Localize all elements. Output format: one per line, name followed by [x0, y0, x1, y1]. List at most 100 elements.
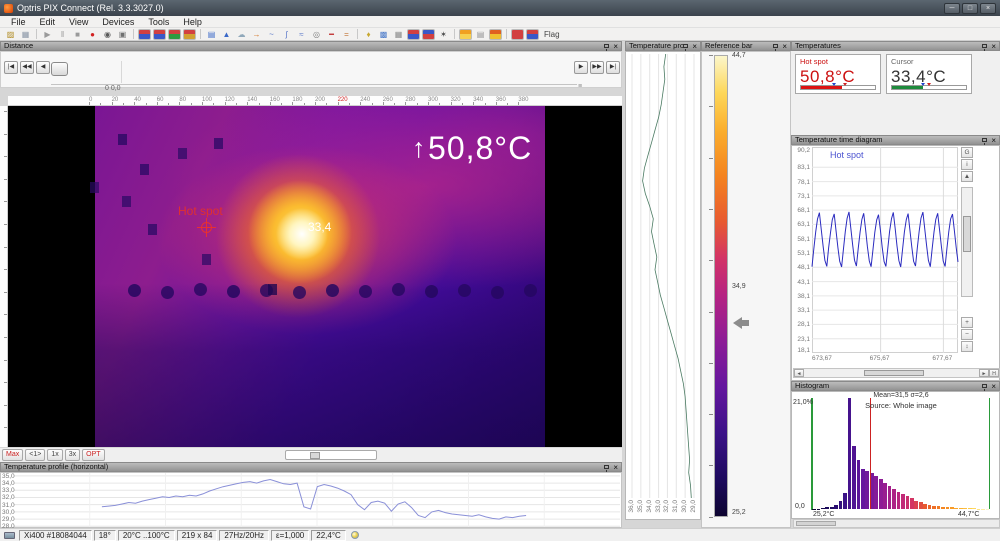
scrollbar-thumb[interactable] [963, 216, 971, 252]
menu-item-file[interactable]: File [4, 17, 33, 27]
close-button[interactable]: × [980, 3, 996, 14]
time-diagram-h-scrollbar[interactable]: ◄ ►H [793, 368, 1000, 378]
hotspot-crosshair-icon[interactable] [201, 222, 212, 233]
toolbar-icon-grid-gray[interactable]: ▦ [392, 29, 405, 40]
toolbar-icon-settings-star[interactable]: ✶ [437, 29, 450, 40]
scroll-right-icon[interactable]: ► [979, 369, 989, 377]
close-icon[interactable]: × [991, 383, 996, 390]
toolbar-icon-stop[interactable]: ■ [71, 29, 84, 40]
toolbar-icon-flame[interactable] [489, 29, 502, 40]
thermal-button-opt[interactable]: OPT [82, 449, 104, 461]
time-diagram-v-scrollbar[interactable] [961, 187, 973, 297]
close-icon[interactable]: × [613, 43, 618, 50]
menu-item-help[interactable]: Help [176, 17, 209, 27]
toolbar-icon-layout-red-green[interactable] [168, 29, 181, 40]
pin-icon[interactable] [683, 44, 688, 48]
seek-fast-forward-button[interactable]: ▶▶ [590, 61, 604, 74]
scrollbar-thumb[interactable] [310, 452, 320, 459]
toolbar-icon-open-file[interactable]: ▨ [4, 29, 17, 40]
thermal-button-1x[interactable]: 1x [47, 449, 62, 461]
toolbar-icon-mountain-view[interactable]: ▲ [220, 29, 233, 40]
thermal-button-1[interactable]: <1> [25, 449, 45, 461]
toolbar-icon-record-red-a[interactable] [511, 29, 524, 40]
timeline-slider-handle[interactable] [51, 62, 68, 76]
menu-item-view[interactable]: View [62, 17, 95, 27]
toolbar-icon-profile-s[interactable]: ʃ [280, 29, 293, 40]
time-diagram-side-button-G[interactable]: G [961, 147, 973, 158]
time-diagram-side-button-−[interactable]: − [961, 329, 973, 340]
seek-last-button[interactable]: ▶| [606, 61, 620, 74]
menu-item-tools[interactable]: Tools [141, 17, 176, 27]
time-diagram-side-button-▲[interactable]: ▲ [961, 171, 973, 182]
menu-item-edit[interactable]: Edit [33, 17, 63, 27]
close-icon[interactable]: × [613, 464, 618, 471]
pin-icon[interactable] [982, 384, 987, 388]
toolbar-icon-select-area[interactable]: ▩ [377, 29, 390, 40]
thermal-image-viewport[interactable]: ↑ 50,8°C Hot spot 33,4 [8, 106, 622, 447]
toolbar-icon-copy[interactable]: ▣ [116, 29, 129, 40]
close-icon[interactable]: × [991, 43, 996, 50]
time-diagram-header[interactable]: Temperature time diagram × [791, 135, 1000, 145]
histogram-header[interactable]: Histogram × [791, 381, 1000, 391]
timeline-track[interactable] [51, 84, 577, 85]
toolbar-icon-layout-red-blue-2[interactable] [153, 29, 166, 40]
scrollbar-thumb[interactable] [796, 521, 836, 526]
toolbar-icon-save[interactable]: ▦ [19, 29, 32, 40]
toolbar-icon-palette-b[interactable] [422, 29, 435, 40]
temperatures-header[interactable]: Temperatures × [791, 41, 1000, 51]
seek-back-button[interactable]: ◀ [36, 61, 50, 74]
toolbar-icon-new-view[interactable]: ▤ [205, 29, 218, 40]
toolbar-icon-temp-gray[interactable]: ▤ [474, 29, 487, 40]
toolbar-icon-time-curve[interactable]: ≈ [295, 29, 308, 40]
close-icon[interactable]: × [991, 137, 996, 144]
profile-horizontal-header[interactable]: Temperature profile (horizontal) × [0, 462, 622, 472]
toolbar-icon-line-dashed[interactable]: = [340, 29, 353, 40]
distance-panel-header[interactable]: Distance × [0, 41, 622, 51]
pin-icon[interactable] [604, 44, 609, 48]
menu-item-devices[interactable]: Devices [95, 17, 141, 27]
seek-fast-back-button[interactable]: ◀◀ [20, 61, 34, 74]
time-diagram-side-button-+[interactable]: + [961, 317, 973, 328]
profile-vertical-header[interactable]: Temperature profi... × [625, 41, 701, 51]
close-icon[interactable]: × [692, 43, 697, 50]
time-diagram-side-button-i[interactable]: i [961, 159, 973, 170]
seek-first-button[interactable]: |◀ [4, 61, 18, 74]
scroll-left-icon[interactable]: ◄ [794, 369, 804, 377]
thermal-button-3x[interactable]: 3x [65, 449, 80, 461]
maximize-button[interactable]: □ [962, 3, 978, 14]
reference-color-bar[interactable] [714, 55, 728, 517]
minimize-button[interactable]: ─ [944, 3, 960, 14]
toolbar-icon-palette-a[interactable] [407, 29, 420, 40]
pin-icon[interactable] [982, 44, 987, 48]
toolbar-icon-record-red-b[interactable] [526, 29, 539, 40]
pin-icon[interactable] [982, 138, 987, 142]
toolbar-icon-record[interactable]: ● [86, 29, 99, 40]
hotspot-temp-box[interactable]: Hot spot 50,8°C [795, 54, 881, 94]
reference-bar-header[interactable]: Reference bar × [701, 41, 791, 51]
toolbar-icon-cloud[interactable]: ☁ [235, 29, 248, 40]
thermal-h-scrollbar[interactable] [285, 450, 377, 460]
flag-label[interactable]: Flag [544, 30, 560, 39]
toolbar-icon-layout-red-yellow[interactable] [183, 29, 196, 40]
scrollbar-thumb[interactable] [864, 370, 924, 376]
toolbar-icon-profile-curve[interactable]: ~ [265, 29, 278, 40]
toolbar-icon-layout-red-blue[interactable] [138, 29, 151, 40]
seek-forward-button[interactable]: ▶ [574, 61, 588, 74]
toolbar-icon-play[interactable]: ▶ [41, 29, 54, 40]
home-button[interactable]: H [989, 369, 999, 377]
close-icon[interactable]: × [782, 43, 787, 50]
toolbar-icon-arrow[interactable]: → [250, 29, 263, 40]
toolbar-icon-pause[interactable]: ‖ [56, 29, 69, 40]
histogram-h-scrollbar[interactable] [793, 519, 1000, 528]
pin-icon[interactable] [773, 44, 778, 48]
pin-icon[interactable] [604, 465, 609, 469]
toolbar-icon-line-red[interactable]: ━ [325, 29, 338, 40]
toolbar-icon-snapshot[interactable]: ◉ [101, 29, 114, 40]
time-diagram-side-button-↕[interactable]: ↕ [961, 341, 973, 352]
toolbar-icon-temp-orange[interactable] [459, 29, 472, 40]
toolbar-icon-dropper[interactable]: ♦ [362, 29, 375, 40]
toolbar-icon-measure-circle[interactable]: ◎ [310, 29, 323, 40]
lightbulb-icon[interactable] [351, 531, 359, 539]
cursor-temp-box[interactable]: Cursor 33,4°C [886, 54, 972, 94]
thermal-button-max[interactable]: Max [2, 449, 23, 461]
